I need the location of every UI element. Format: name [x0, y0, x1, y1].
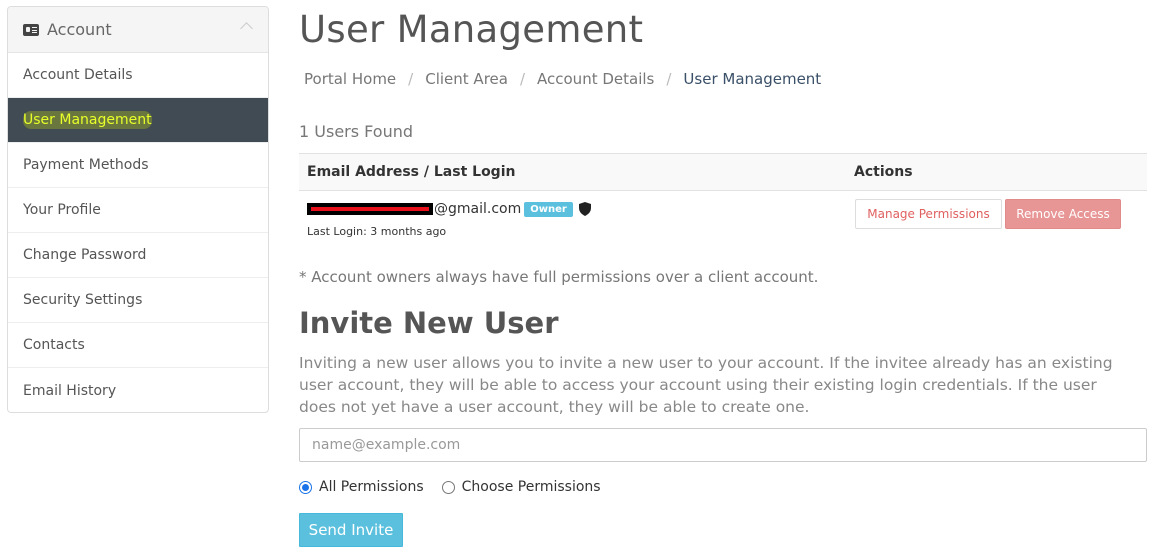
invite-description: Inviting a new user allows you to invite…: [299, 354, 1113, 416]
sidebar-item-payment-methods[interactable]: Payment Methods: [8, 143, 268, 188]
column-header-actions: Actions: [854, 164, 913, 180]
sidebar-item-label: Email History: [23, 382, 117, 399]
all-permissions-radio[interactable]: [299, 480, 312, 494]
sidebar-header[interactable]: Account: [8, 7, 268, 53]
id-card-icon: [23, 23, 39, 36]
sidebar-item-change-password[interactable]: Change Password: [8, 233, 268, 278]
owner-badge: Owner: [524, 201, 573, 217]
sidebar-item-account-details[interactable]: Account Details: [8, 53, 268, 98]
breadcrumb-account-details[interactable]: Account Details: [537, 70, 654, 88]
sidebar-item-label: Account Details: [23, 67, 133, 83]
invite-title: Invite New User: [299, 306, 559, 340]
sidebar-item-user-management[interactable]: User Management: [8, 98, 268, 143]
users-table: Email Address / Last Login Actions @gmai…: [299, 153, 1147, 247]
page-title: User Management: [299, 8, 644, 51]
owner-permissions-note: * Account owners always have full permis…: [299, 268, 819, 286]
sidebar-item-label: User Management: [23, 111, 152, 129]
column-header-email: Email Address / Last Login: [307, 164, 516, 180]
sidebar-item-label: Change Password: [23, 247, 147, 263]
table-header: Email Address / Last Login Actions: [299, 153, 1147, 191]
manage-permissions-button[interactable]: Manage Permissions: [855, 199, 1002, 229]
redacted-email-mark: [307, 203, 433, 215]
breadcrumb-portal-home[interactable]: Portal Home: [304, 70, 396, 88]
user-email: @gmail.com Owner: [307, 201, 591, 217]
choose-permissions-label[interactable]: Choose Permissions: [462, 479, 601, 495]
all-permissions-label[interactable]: All Permissions: [319, 479, 424, 495]
sidebar-item-label: Contacts: [23, 337, 85, 353]
invite-email-input[interactable]: [299, 428, 1147, 462]
remove-access-button[interactable]: Remove Access: [1005, 199, 1121, 229]
chevron-up-icon[interactable]: [240, 22, 253, 35]
choose-permissions-radio[interactable]: [441, 480, 455, 494]
account-sidebar: Account Account Details User Management …: [7, 6, 269, 413]
last-login: Last Login: 3 months ago: [307, 225, 447, 238]
permissions-radio-group: All Permissions Choose Permissions: [299, 479, 619, 495]
sidebar-item-label: Security Settings: [23, 292, 143, 308]
sidebar-item-email-history[interactable]: Email History: [8, 368, 268, 412]
sidebar-item-label: Your Profile: [23, 202, 101, 218]
sidebar-title: Account: [47, 20, 112, 39]
breadcrumb-separator: /: [519, 70, 526, 88]
sidebar-item-label: Payment Methods: [23, 157, 149, 173]
breadcrumb-client-area[interactable]: Client Area: [425, 70, 508, 88]
breadcrumb-separator: /: [666, 70, 672, 88]
breadcrumb: Portal Home / Client Area / Account Deta…: [304, 70, 821, 88]
users-count: 1 Users Found: [299, 122, 414, 141]
email-domain: @gmail.com: [434, 201, 522, 217]
sidebar-item-your-profile[interactable]: Your Profile: [8, 188, 268, 233]
sidebar-item-security-settings[interactable]: Security Settings: [8, 278, 268, 323]
shield-icon: [578, 202, 591, 216]
send-invite-button[interactable]: Send Invite: [299, 513, 403, 547]
breadcrumb-current: User Management: [683, 70, 822, 88]
breadcrumb-separator: /: [408, 70, 414, 88]
sidebar-item-contacts[interactable]: Contacts: [8, 323, 268, 368]
